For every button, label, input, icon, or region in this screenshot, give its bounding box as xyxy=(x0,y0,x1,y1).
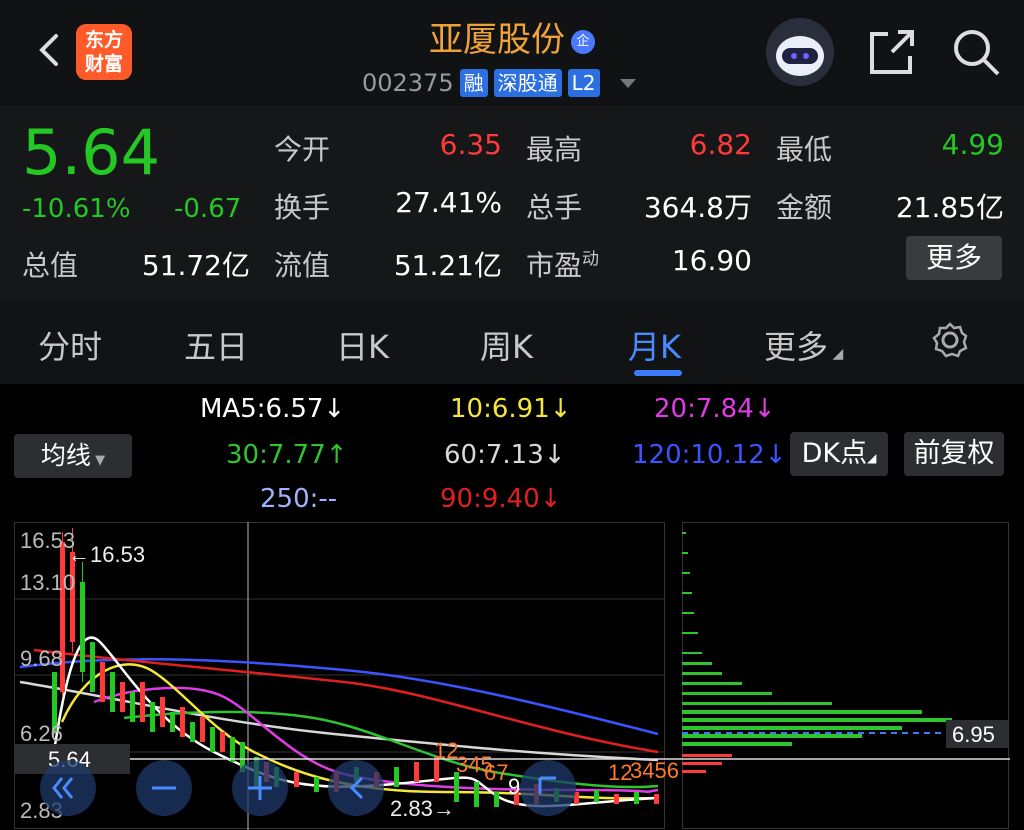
signal-label: 12 xyxy=(608,760,632,785)
ma20-value: 20:7.84↓ xyxy=(654,394,776,424)
signal-label: 12 xyxy=(434,738,458,763)
y-label-2: 13.10 xyxy=(20,570,75,595)
tag-connect: 深股通 xyxy=(493,69,562,97)
change-percent: -10.61% xyxy=(22,194,131,224)
label-float-mv: 流值 xyxy=(274,249,331,282)
tab-monthly-k[interactable]: 月K xyxy=(628,322,681,368)
active-tab-underline xyxy=(634,370,682,376)
dk-point-button[interactable]: DK点◢ xyxy=(790,432,888,476)
tab-more-triangle-icon: ◢ xyxy=(828,346,844,362)
value-amount: 21.85亿 xyxy=(895,191,1004,224)
signal-label: 3456 xyxy=(630,758,679,783)
ma250-value: 250:-- xyxy=(260,484,338,514)
tab-intraday[interactable]: 分时 xyxy=(38,322,102,368)
volume-profile-price: 6.95 xyxy=(952,722,995,747)
label-total-mv: 总值 xyxy=(22,249,79,282)
dropdown-triangle-icon: ▼ xyxy=(90,453,106,468)
ma5-value: MA5:6.57↓ xyxy=(200,394,346,424)
label-amount: 金额 xyxy=(776,191,833,224)
y-label-1: 16.53 xyxy=(20,528,75,553)
signal-label: 67 xyxy=(484,760,508,785)
label-low: 最低 xyxy=(776,133,833,166)
tab-more[interactable]: 更多 ◢ xyxy=(764,322,843,368)
ma30-value: 30:7.77↑ xyxy=(226,440,348,470)
robot-icon xyxy=(776,36,824,76)
value-volume: 364.8万 xyxy=(643,191,752,224)
value-float-mv: 51.21亿 xyxy=(393,249,502,282)
kline-chart[interactable]: 16.53 13.10 9.68 6.26 2.83 ←16.53 2.83→ … xyxy=(14,522,1010,830)
tag-l2: L2 xyxy=(567,69,600,97)
value-high: 6.82 xyxy=(689,128,752,161)
tab-daily-k[interactable]: 日K xyxy=(336,322,389,368)
label-high: 最高 xyxy=(526,133,583,166)
ma90-value: 90:9.40↓ xyxy=(440,484,562,514)
more-info-button[interactable]: 更多 xyxy=(906,236,1002,280)
expand-triangle-icon[interactable] xyxy=(619,78,636,88)
y-label-4: 6.26 xyxy=(20,721,63,746)
share-icon[interactable] xyxy=(866,26,918,78)
company-badge: 企 xyxy=(571,30,595,54)
signal-label: 9 xyxy=(508,774,520,799)
y-label-3: 9.68 xyxy=(20,646,63,671)
stock-code: 002375 xyxy=(362,69,454,97)
value-pe: 16.90 xyxy=(671,244,752,277)
tab-five-day[interactable]: 五日 xyxy=(184,322,248,368)
expand-control-button xyxy=(520,760,576,816)
change-amount: -0.67 xyxy=(174,194,242,224)
max-marker: ←16.53 xyxy=(68,542,145,567)
indicator-select[interactable]: 均线 ▼ xyxy=(14,434,132,478)
tag-margin: 融 xyxy=(459,69,488,97)
dk-triangle-icon: ◢ xyxy=(867,451,877,465)
ma60-value: 60:7.13↓ xyxy=(444,440,566,470)
ma120-value: 120:10.12↓ xyxy=(632,440,787,470)
label-open: 今开 xyxy=(274,133,331,166)
value-total-mv: 51.72亿 xyxy=(141,249,250,282)
robot-avatar[interactable] xyxy=(766,18,834,86)
settings-gear-icon[interactable] xyxy=(930,320,970,360)
prev-control-button xyxy=(328,760,384,816)
rewind-control-button xyxy=(40,760,96,816)
value-turnover: 27.41% xyxy=(395,186,502,219)
forward-adjust-button[interactable]: 前复权 xyxy=(904,432,1004,476)
search-icon[interactable] xyxy=(950,26,1002,78)
label-pe: 市盈动 xyxy=(526,249,600,282)
tab-weekly-k[interactable]: 周K xyxy=(480,322,533,368)
current-price: 5.64 xyxy=(22,116,161,189)
value-open: 6.35 xyxy=(439,128,502,161)
value-low: 4.99 xyxy=(941,128,1004,161)
label-volume: 总手 xyxy=(526,191,583,224)
min-marker: 2.83→ xyxy=(390,796,455,821)
stock-code-row: 002375 融 深股通 L2 xyxy=(362,66,636,100)
label-turnover: 换手 xyxy=(274,191,331,224)
ma10-value: 10:6.91↓ xyxy=(450,394,572,424)
